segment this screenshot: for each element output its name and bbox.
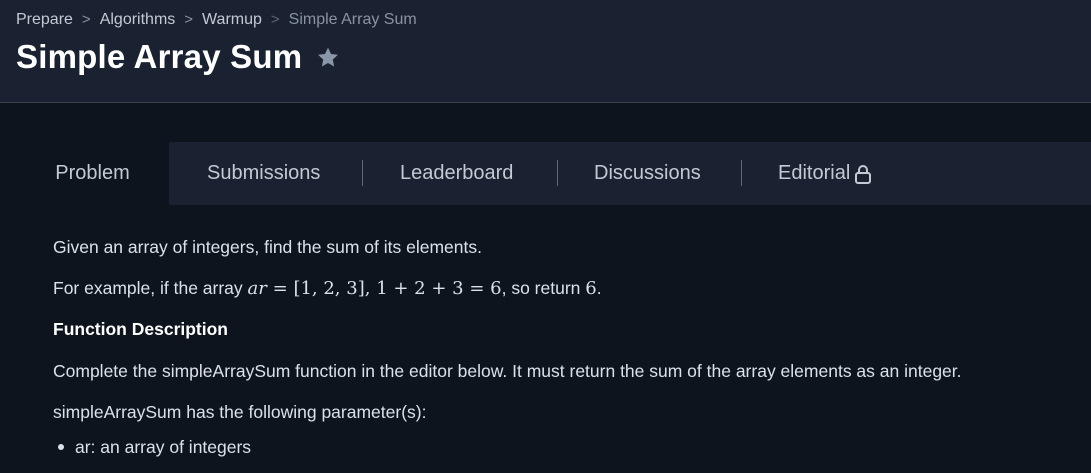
tab-problem[interactable]: Problem (16, 142, 169, 205)
params-heading: simpleArraySum has the following paramet… (53, 402, 427, 422)
challenge-content: Problem Submissions Leaderboard Discussi… (16, 142, 1091, 473)
example-array: [1, 2, 3] (293, 278, 365, 299)
example-mid: , so return (501, 278, 581, 298)
list-item: ar: an array of integers (58, 436, 251, 458)
tab-label: Discussions (594, 162, 701, 184)
tab-editorial[interactable]: Editorial (778, 142, 872, 205)
breadcrumb-separator: > (184, 11, 194, 28)
function-description-heading: Function Description (53, 319, 228, 339)
example-comma: , (364, 278, 371, 299)
problem-intro: Given an array of integers, find the sum… (53, 237, 482, 257)
breadcrumb: Prepare > Algorithms > Warmup > Simple Array S… (16, 10, 417, 30)
breadcrumb-separator: > (81, 11, 91, 28)
function-description: Complete the simpleArraySum function in … (53, 361, 962, 381)
tab-submissions[interactable]: Submissions (207, 142, 320, 205)
problem-statement: Given an array of integers, find the sum… (16, 205, 1091, 473)
tab-leaderboard[interactable]: Leaderboard (400, 142, 513, 205)
breadcrumb-algorithms[interactable]: Algorithms (100, 11, 176, 28)
example-eq: = (272, 278, 288, 299)
param-text: ar: an array of integers (75, 437, 252, 457)
lock-icon (854, 164, 872, 184)
star-icon[interactable] (315, 45, 341, 70)
tab-divider (741, 160, 742, 186)
tab-discussions[interactable]: Discussions (594, 142, 701, 205)
bullet (58, 444, 64, 450)
challenge-tabs: Problem Submissions Leaderboard Discussi… (16, 142, 1091, 205)
tab-label: Editorial (778, 162, 851, 184)
page-header: Prepare > Algorithms > Warmup > Simple Array S… (0, 0, 1091, 103)
page-title: Simple Array Sum (16, 38, 303, 75)
example-end: . (596, 278, 602, 298)
breadcrumb-prepare[interactable]: Prepare (16, 11, 73, 28)
example-prefix: For example, if the array (53, 278, 243, 298)
example-sum: 1 + 2 + 3 = 6 (376, 278, 502, 299)
breadcrumb-separator: > (270, 11, 280, 28)
tab-label: Problem (55, 162, 130, 184)
breadcrumb-warmup[interactable]: Warmup (202, 11, 262, 28)
tab-label: Submissions (207, 162, 321, 184)
tab-divider (557, 160, 558, 186)
example-result: 6 (585, 278, 597, 299)
example-math: ar = [1, 2, 3], 1 + 2 + 3 = 6 (248, 278, 502, 299)
title-row: Simple Array Sum (16, 35, 341, 79)
tab-divider (362, 160, 363, 186)
breadcrumb-current: Simple Array Sum (288, 11, 417, 28)
tab-label: Leaderboard (400, 162, 514, 184)
example-var: ar (247, 278, 267, 299)
problem-example: For example, if the array ar = [1, 2, 3]… (53, 277, 602, 300)
